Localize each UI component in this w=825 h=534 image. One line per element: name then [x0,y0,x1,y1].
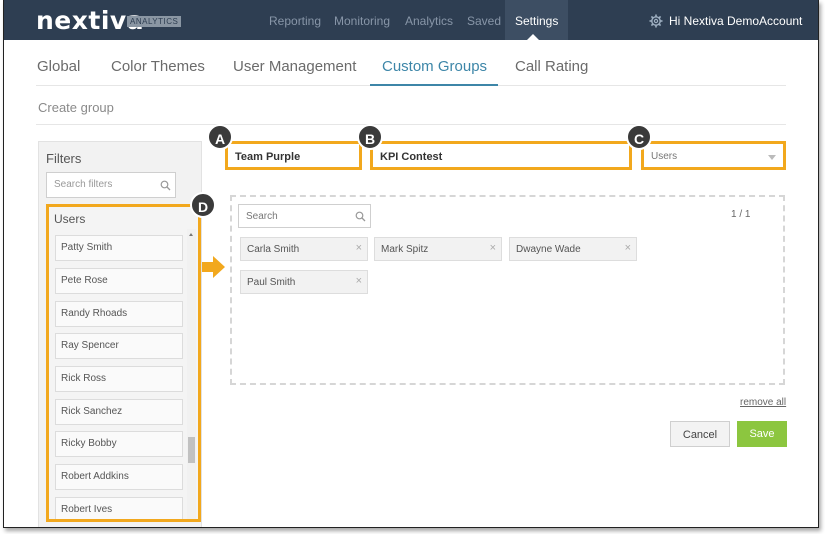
user-item[interactable]: Patty Smith [55,235,183,261]
remove-all-link[interactable]: remove all [740,397,786,408]
group-type-value: Users [651,151,678,162]
user-item[interactable]: Pete Rose [55,268,183,294]
top-nav-bar: nextiva ANALYTICS Reporting Monitoring A… [4,0,818,40]
pagination-label: 1 / 1 [731,209,751,220]
member-chip: Mark Spitz × [374,237,502,261]
account-greeting[interactable]: Hi Nextiva DemoAccount [669,14,802,28]
member-chip: Paul Smith × [240,270,368,294]
close-icon[interactable]: × [356,276,362,287]
close-icon[interactable]: × [490,243,496,254]
arrow-right-icon [202,256,225,278]
filters-title: Filters [46,151,82,166]
close-icon[interactable]: × [625,243,631,254]
user-item[interactable]: Robert Ives [55,497,183,519]
tab-call-rating[interactable]: Call Rating [515,58,588,75]
member-chip: Carla Smith × [240,237,368,261]
page-title: Create group [38,100,114,115]
user-item[interactable]: Ray Spencer [55,333,183,359]
close-icon[interactable]: × [356,243,362,254]
search-icon [355,211,366,222]
analytics-badge: ANALYTICS [127,16,182,27]
selected-members-area: Search 1 / 1 Carla Smith × Mark Spitz × … [230,195,785,385]
save-button[interactable]: Save [737,421,787,447]
tab-user-management[interactable]: User Management [233,58,356,75]
nav-saved[interactable]: Saved [467,14,501,28]
active-tab-underline [370,84,498,86]
title-divider [36,124,786,125]
users-scrollbar[interactable] [187,229,196,519]
search-filters-placeholder: Search filters [54,179,113,190]
search-filters-input[interactable]: Search filters [46,172,176,198]
nav-reporting[interactable]: Reporting [269,14,321,28]
member-chip-label: Mark Spitz [381,244,429,255]
members-search-placeholder: Search [246,211,278,222]
scroll-up-arrow-icon[interactable] [189,233,193,236]
member-chip: Dwayne Wade × [509,237,637,261]
marker-d: D [190,192,216,218]
search-icon [160,180,171,191]
group-description-field[interactable]: KPI Contest [370,141,632,170]
member-chip-label: Dwayne Wade [516,244,581,255]
chevron-down-icon [768,155,776,160]
tab-global[interactable]: Global [37,58,80,75]
tab-custom-groups[interactable]: Custom Groups [382,58,487,75]
marker-c: C [626,124,652,150]
nav-analytics[interactable]: Analytics [405,14,453,28]
marker-a: A [207,124,233,150]
cancel-button[interactable]: Cancel [670,421,730,447]
user-item[interactable]: Randy Rhoads [55,301,183,327]
gear-icon[interactable] [649,14,663,28]
member-chip-label: Paul Smith [247,277,296,288]
users-heading: Users [54,212,86,226]
users-filter-list: Users Patty Smith Pete Rose Randy Rhoads… [46,204,201,522]
settings-tabs: Global Color Themes User Management Cust… [4,40,818,86]
user-item[interactable]: Robert Addkins [55,464,183,490]
user-item[interactable]: Ricky Bobby [55,431,183,457]
nav-monitoring[interactable]: Monitoring [334,14,390,28]
group-type-select[interactable]: Users [641,141,786,170]
marker-b: B [357,124,383,150]
group-name-field[interactable]: Team Purple [225,141,362,170]
scroll-thumb[interactable] [188,437,195,463]
members-search-input[interactable]: Search [238,204,371,228]
app-window: nextiva ANALYTICS Reporting Monitoring A… [3,0,819,528]
user-item[interactable]: Rick Ross [55,366,183,392]
user-item[interactable]: Rick Sanchez [55,399,183,425]
tab-color-themes[interactable]: Color Themes [111,58,205,75]
member-chip-label: Carla Smith [247,244,300,255]
